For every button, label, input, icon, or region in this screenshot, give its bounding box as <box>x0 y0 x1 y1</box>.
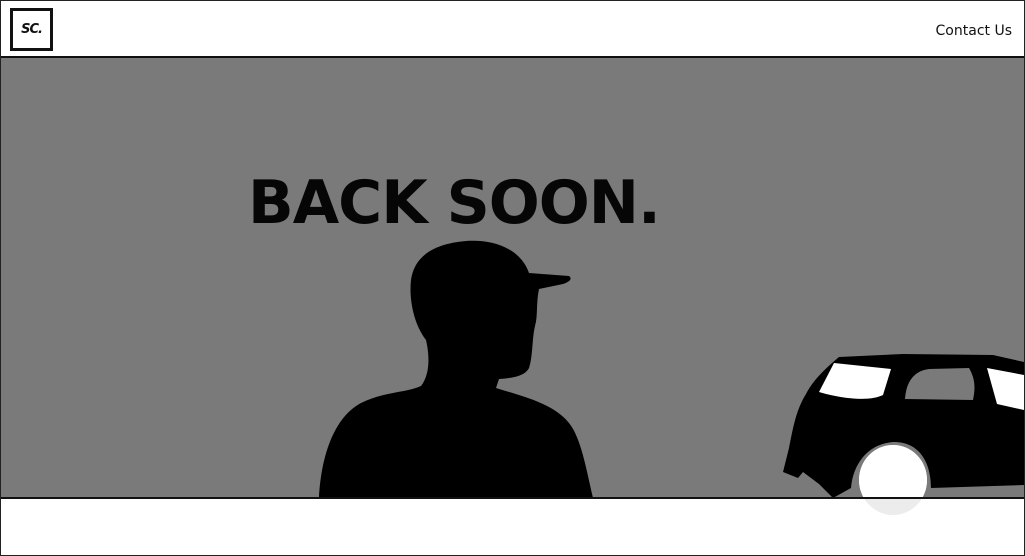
wheel-hub <box>859 445 927 498</box>
hero-divider <box>1 497 1024 499</box>
hero-illustration <box>319 240 1024 498</box>
site-header: SC. Contact Us <box>0 0 1025 58</box>
hero-banner: BACK SOON. <box>1 58 1024 498</box>
contact-us-link[interactable]: Contact Us <box>936 23 1012 39</box>
logo-link[interactable]: SC. <box>10 8 53 51</box>
person-silhouette-icon <box>319 240 593 498</box>
logo-text: SC. <box>21 22 43 37</box>
